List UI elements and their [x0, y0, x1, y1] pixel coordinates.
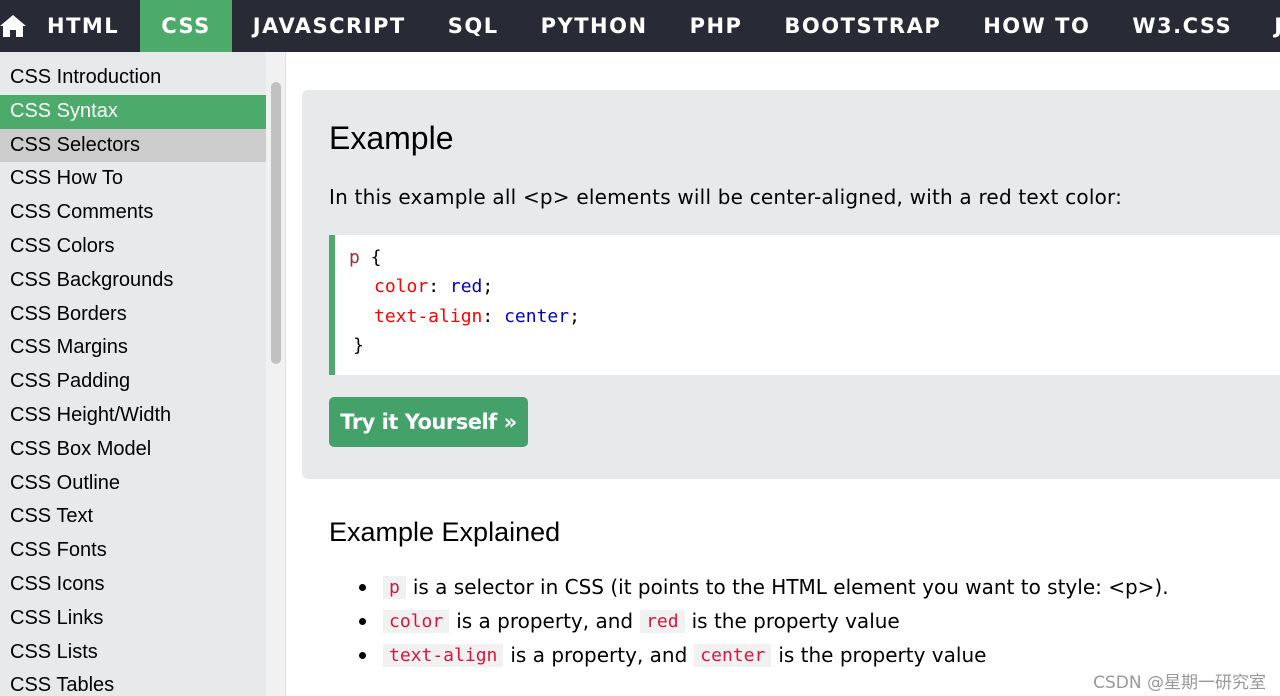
code-close-brace: }	[353, 335, 364, 356]
code-block: p { color: red; text-align: center; }	[329, 235, 1280, 375]
code-line-1: p {	[349, 247, 382, 268]
sidebar-item-css-box-model[interactable]: CSS Box Model	[0, 433, 266, 467]
nav-how-to[interactable]: HOW TO	[962, 0, 1111, 52]
bullet-text: is a property, and	[456, 609, 634, 633]
try-it-yourself-button[interactable]: Try it Yourself »	[329, 397, 528, 447]
example-title: Example	[329, 120, 454, 156]
nav-php[interactable]: PHP	[669, 0, 764, 52]
example-box: Example In this example all <p> elements…	[302, 90, 1280, 479]
bullet-text: is a selector in CSS (it points to the H…	[412, 575, 1169, 599]
sidebar-scrollbar[interactable]	[266, 52, 286, 696]
code-selector: p	[349, 247, 360, 268]
nav-python[interactable]: PYTHON	[520, 0, 669, 52]
top-navigation: HTML CSS JAVASCRIPT SQL PYTHON PHP BOOTS…	[0, 0, 1280, 52]
code-value-red: red	[449, 276, 483, 297]
list-item: text-align is a property, and center is …	[329, 638, 1229, 672]
bullet-text: is the property value	[778, 643, 987, 667]
code-line-3: text-align: center;	[374, 306, 580, 327]
sidebar-item-css-text[interactable]: CSS Text	[0, 500, 266, 534]
sidebar-item-css-lists[interactable]: CSS Lists	[0, 636, 266, 670]
code-property-text-align: text-align	[374, 306, 483, 327]
sidebar-scrollbar-thumb[interactable]	[271, 82, 281, 364]
list-item: color is a property, and red is the prop…	[329, 604, 1229, 638]
sidebar-item-css-padding[interactable]: CSS Padding	[0, 365, 266, 399]
nav-css[interactable]: CSS	[140, 0, 232, 52]
sidebar-item-css-height-width[interactable]: CSS Height/Width	[0, 399, 266, 433]
sidebar-item-css-fonts[interactable]: CSS Fonts	[0, 534, 266, 568]
code-property-color: color	[374, 276, 429, 297]
inline-code: text-align	[383, 643, 504, 667]
nav-javascript[interactable]: JAVASCRIPT	[232, 0, 427, 52]
sidebar: CSS Introduction CSS Syntax CSS Selector…	[0, 52, 266, 696]
sidebar-item-css-backgrounds[interactable]: CSS Backgrounds	[0, 264, 266, 298]
inline-code: red	[640, 609, 685, 633]
sidebar-item-css-introduction[interactable]: CSS Introduction	[0, 61, 266, 95]
code-open-brace: {	[359, 247, 382, 268]
inline-code: color	[383, 609, 450, 633]
explained-list: p is a selector in CSS (it points to the…	[329, 570, 1229, 672]
sidebar-item-css-tables[interactable]: CSS Tables	[0, 669, 266, 696]
nav-bootstrap[interactable]: BOOTSTRAP	[763, 0, 962, 52]
sidebar-item-css-outline[interactable]: CSS Outline	[0, 467, 266, 501]
list-item: p is a selector in CSS (it points to the…	[329, 570, 1229, 604]
bullet-dot	[359, 651, 366, 659]
nav-html[interactable]: HTML	[26, 0, 140, 52]
home-button[interactable]	[0, 0, 26, 52]
sidebar-item-css-borders[interactable]: CSS Borders	[0, 298, 266, 332]
inline-code: p	[383, 575, 406, 599]
sidebar-item-css-colors[interactable]: CSS Colors	[0, 230, 266, 264]
bullet-dot	[359, 617, 366, 625]
bullet-text: is the property value	[691, 609, 900, 633]
nav-w3css[interactable]: W3.CSS	[1111, 0, 1253, 52]
bullet-text: is a property, and	[510, 643, 688, 667]
nav-java[interactable]: JAVA	[1253, 0, 1280, 52]
sidebar-item-css-icons[interactable]: CSS Icons	[0, 568, 266, 602]
code-value-center: center	[504, 306, 570, 327]
sidebar-item-css-selectors[interactable]: CSS Selectors	[0, 128, 266, 163]
sidebar-item-css-syntax[interactable]: CSS Syntax	[0, 94, 266, 129]
code-line-2: color: red;	[374, 276, 494, 297]
sidebar-item-css-links[interactable]: CSS Links	[0, 602, 266, 636]
sidebar-item-css-margins[interactable]: CSS Margins	[0, 331, 266, 365]
main-content: Example In this example all <p> elements…	[286, 52, 1280, 696]
bullet-dot	[359, 583, 366, 591]
home-icon	[0, 15, 26, 37]
nav-sql[interactable]: SQL	[427, 0, 520, 52]
watermark: CSDN @星期一研究室	[1093, 673, 1266, 693]
inline-code: center	[694, 643, 772, 667]
explained-title: Example Explained	[329, 517, 561, 547]
example-description: In this example all <p> elements will be…	[329, 185, 1123, 209]
sidebar-item-css-how-to[interactable]: CSS How To	[0, 162, 266, 196]
code-line-4: }	[353, 335, 364, 356]
sidebar-item-css-comments[interactable]: CSS Comments	[0, 196, 266, 230]
